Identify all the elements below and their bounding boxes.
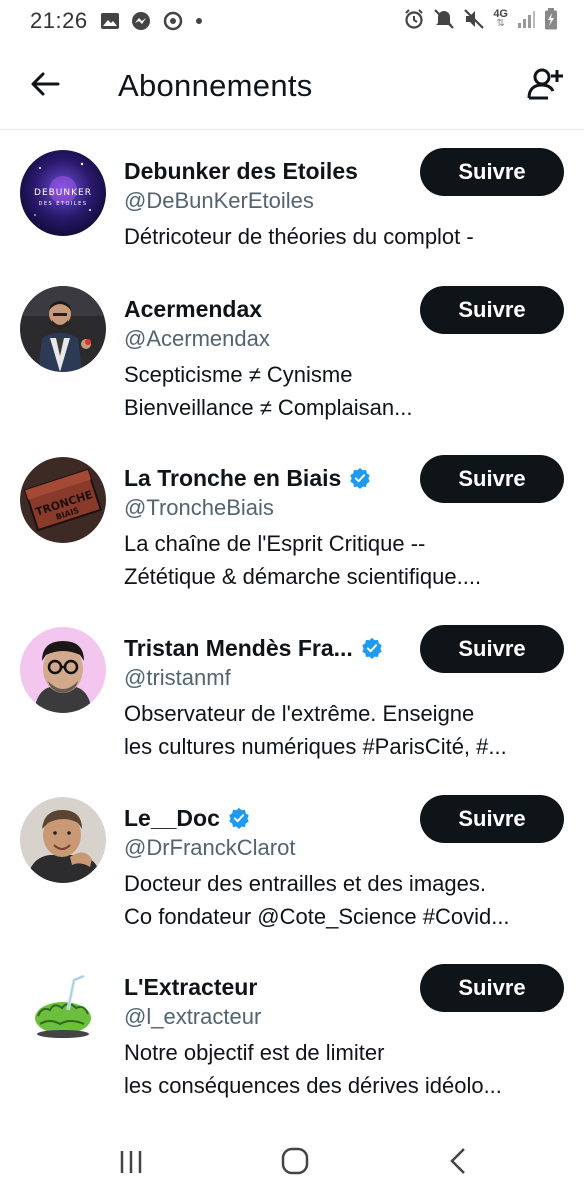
user-bio: Notre objectif est de limiter les conséq… bbox=[124, 1036, 564, 1102]
tristanmf-avatar-image bbox=[20, 627, 106, 713]
bio-line: Co fondateur @Cote_Science #Covid... bbox=[124, 904, 510, 929]
bio-line: les conséquences des dérives idéolo... bbox=[124, 1073, 502, 1098]
bio-line: Docteur des entrailles et des images. bbox=[124, 871, 486, 896]
user-bio: La chaîne de l'Esprit Critique -- Zététi… bbox=[124, 527, 564, 593]
follow-button[interactable]: Suivre bbox=[420, 795, 564, 843]
user-handle: @Acermendax bbox=[124, 326, 270, 351]
user-name-row: Le__Doc bbox=[124, 803, 250, 833]
avatar[interactable]: TRONCHE BIAIS bbox=[20, 457, 106, 543]
user-name[interactable]: La Tronche en Biais bbox=[124, 465, 341, 492]
avatar[interactable]: DEBUNKER DES ETOILES bbox=[20, 150, 106, 236]
avatar[interactable] bbox=[20, 966, 106, 1052]
verified-badge-icon bbox=[229, 807, 249, 829]
user-name[interactable]: Debunker des Etoiles bbox=[124, 158, 358, 185]
app-header: Abonnements bbox=[0, 42, 584, 130]
battery-icon bbox=[545, 8, 557, 30]
home-icon[interactable] bbox=[280, 1146, 310, 1176]
follow-button[interactable]: Suivre bbox=[420, 455, 564, 503]
status-bar: 21:26 4G ⇅ bbox=[0, 0, 584, 42]
alarm-icon bbox=[405, 9, 424, 29]
user-name[interactable]: Tristan Mendès Fra... bbox=[124, 635, 353, 662]
avatar[interactable] bbox=[20, 627, 106, 713]
user-bio: Scepticisme ≠ Cynisme Bienveillance ≠ Co… bbox=[124, 358, 564, 424]
acermendax-avatar-image bbox=[20, 286, 106, 372]
user-handle: @TroncheBiais bbox=[124, 495, 274, 520]
user-name[interactable]: L'Extracteur bbox=[124, 974, 257, 1001]
add-user-icon[interactable] bbox=[526, 64, 566, 104]
bio-line: Bienveillance ≠ Complaisan... bbox=[124, 395, 413, 420]
messenger-icon bbox=[132, 12, 150, 30]
bio-line: les cultures numériques #ParisCité, #... bbox=[124, 734, 507, 759]
tronche-biais-avatar-image: TRONCHE BIAIS bbox=[20, 457, 106, 543]
extracteur-avatar-image bbox=[20, 966, 106, 1052]
volume-off-icon bbox=[464, 9, 485, 29]
sync-icon bbox=[163, 11, 183, 31]
back-icon[interactable] bbox=[447, 1146, 471, 1176]
user-name-row: Debunker des Etoiles bbox=[124, 156, 358, 186]
user-name-row: L'Extracteur bbox=[124, 972, 257, 1002]
verified-badge-icon bbox=[362, 637, 382, 659]
user-name-row: La Tronche en Biais bbox=[124, 463, 371, 493]
system-nav-bar bbox=[0, 1130, 584, 1200]
user-name-row: Tristan Mendès Fra... bbox=[124, 633, 383, 663]
bio-line: La chaîne de l'Esprit Critique -- bbox=[124, 531, 426, 556]
signal-icon bbox=[518, 11, 535, 28]
le-doc-avatar-image bbox=[20, 797, 106, 883]
user-bio: Docteur des entrailles et des images. Co… bbox=[124, 867, 564, 933]
verified-badge-icon bbox=[350, 467, 371, 489]
back-arrow-icon[interactable] bbox=[28, 66, 64, 102]
user-handle: @DeBunKerEtoiles bbox=[124, 188, 314, 213]
page-title: Abonnements bbox=[118, 68, 313, 103]
user-name-row: Acermendax bbox=[124, 294, 262, 324]
bio-line: Zététique & démarche scientifique.... bbox=[124, 564, 482, 589]
bio-line: Détricoteur de théories du complot - bbox=[124, 224, 474, 249]
network-4g-icon: 4G ⇅ bbox=[493, 8, 508, 29]
status-time: 21:26 bbox=[30, 8, 88, 33]
dot-icon bbox=[196, 18, 202, 24]
bio-line: Scepticisme ≠ Cynisme bbox=[124, 362, 353, 387]
user-handle: @DrFranckClarot bbox=[124, 835, 296, 860]
follow-button[interactable]: Suivre bbox=[420, 286, 564, 334]
svg-text:DES ETOILES: DES ETOILES bbox=[38, 201, 87, 207]
status-left-icons bbox=[100, 10, 204, 32]
follow-button[interactable]: Suivre bbox=[420, 964, 564, 1012]
user-bio: Détricoteur de théories du complot - bbox=[124, 220, 564, 253]
avatar[interactable] bbox=[20, 797, 106, 883]
bio-line: Notre objectif est de limiter bbox=[124, 1040, 385, 1065]
bio-line: Observateur de l'extrême. Enseigne bbox=[124, 701, 475, 726]
debunker-avatar-image: DEBUNKER DES ETOILES bbox=[20, 150, 106, 236]
image-icon bbox=[101, 13, 119, 29]
mute-icon bbox=[434, 9, 455, 29]
follow-button[interactable]: Suivre bbox=[420, 625, 564, 673]
recent-apps-icon[interactable] bbox=[117, 1148, 145, 1176]
user-bio: Observateur de l'extrême. Enseigne les c… bbox=[124, 697, 564, 763]
svg-text:DEBUNKER: DEBUNKER bbox=[34, 188, 92, 198]
user-handle: @l_extracteur bbox=[124, 1004, 262, 1029]
user-handle: @tristanmf bbox=[124, 665, 231, 690]
status-right-icons: 4G ⇅ bbox=[403, 8, 558, 30]
follow-button[interactable]: Suivre bbox=[420, 148, 564, 196]
user-name[interactable]: Le__Doc bbox=[124, 805, 220, 832]
avatar[interactable] bbox=[20, 286, 106, 372]
user-name[interactable]: Acermendax bbox=[124, 296, 262, 323]
